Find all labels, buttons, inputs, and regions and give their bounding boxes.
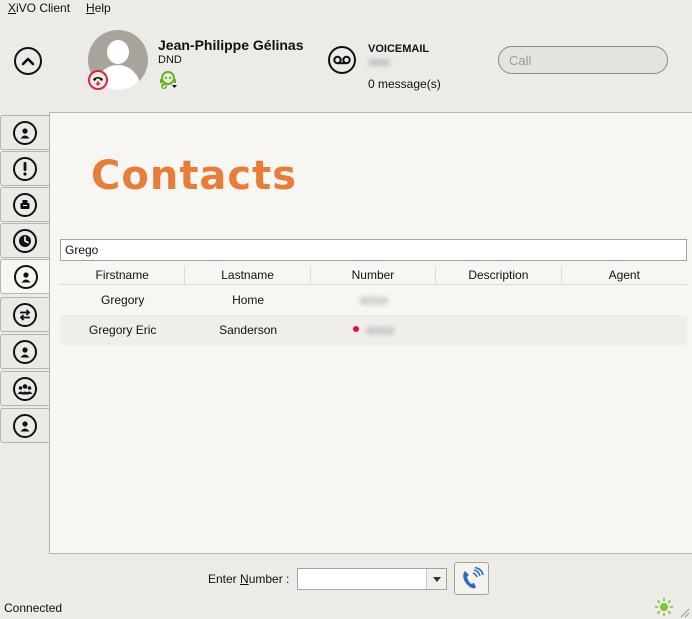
cell-number[interactable]: 42316 bbox=[311, 285, 436, 315]
column-header-description[interactable]: Description bbox=[436, 266, 562, 284]
contacts-panel: Contacts Firstname Lastname Number Descr… bbox=[49, 112, 692, 554]
menu-xivo-client-mnemonic: X bbox=[8, 1, 17, 15]
menu-xivo-client-label: iVO Client bbox=[16, 1, 71, 15]
column-header-firstname[interactable]: Firstname bbox=[60, 266, 186, 284]
fax-icon bbox=[13, 192, 37, 217]
table-row[interactable]: Gregory Home 42316 bbox=[60, 285, 687, 315]
chevron-up-icon bbox=[21, 57, 35, 66]
contacts-search-input[interactable] bbox=[60, 239, 687, 261]
call-input[interactable] bbox=[498, 46, 668, 74]
tab-groups[interactable] bbox=[0, 371, 49, 406]
cell-firstname: Gregory bbox=[101, 293, 145, 307]
phone-status-dot bbox=[353, 325, 360, 332]
user-name: Jean-Philippe Gélinas bbox=[158, 37, 304, 53]
user-status: DND bbox=[158, 54, 182, 66]
table-header: Firstname Lastname Number Description Ag… bbox=[60, 266, 687, 285]
cell-lastname: Sanderson bbox=[219, 323, 278, 337]
avatar-head-shape bbox=[107, 40, 129, 64]
connection-status: Connected bbox=[4, 601, 63, 615]
menu-help[interactable]: Help bbox=[78, 1, 119, 15]
chevron-down-icon bbox=[432, 576, 441, 582]
dial-label-suffix: umber : bbox=[248, 572, 290, 586]
cell-description bbox=[436, 285, 561, 315]
cell-description bbox=[436, 315, 561, 345]
tab-alerts[interactable] bbox=[0, 151, 49, 186]
dial-number-combobox[interactable] bbox=[297, 568, 447, 590]
menu-help-mnemonic: H bbox=[86, 1, 95, 15]
number-value: 42315 bbox=[366, 326, 394, 337]
tab-transfers[interactable] bbox=[0, 297, 49, 332]
connection-indicator-icon bbox=[654, 597, 674, 617]
sidebar-tabs bbox=[0, 113, 51, 554]
dial-label-prefix: Enter bbox=[208, 572, 241, 586]
menu-help-label: elp bbox=[94, 1, 111, 15]
tab-identity[interactable] bbox=[0, 115, 49, 150]
panel-title: Contacts bbox=[91, 153, 298, 199]
tab-agent[interactable] bbox=[0, 334, 49, 369]
dial-number-input[interactable] bbox=[298, 569, 426, 589]
column-header-agent[interactable]: Agent bbox=[562, 266, 687, 284]
cell-firstname: Gregory Eric bbox=[89, 323, 157, 337]
number-value: 42316 bbox=[359, 296, 388, 307]
voicemail-title: VOICEMAIL bbox=[368, 43, 430, 55]
voicemail-message-count: 0 message(s) bbox=[368, 77, 441, 91]
identity-header: Jean-Philippe Gélinas DND VOICEMAIL 4896… bbox=[0, 16, 692, 112]
contacts-table: Firstname Lastname Number Description Ag… bbox=[60, 266, 687, 345]
dial-label: Enter Number : bbox=[208, 572, 289, 586]
cell-agent bbox=[562, 315, 687, 345]
tab-fax[interactable] bbox=[0, 187, 49, 222]
menu-xivo-client[interactable]: XiVO Client bbox=[0, 1, 78, 15]
menu-bar: XiVO Client Help bbox=[0, 0, 692, 16]
phone-dial-icon bbox=[462, 566, 484, 588]
resize-grip[interactable] bbox=[678, 606, 690, 618]
voicemail-number: 4896 bbox=[368, 58, 391, 69]
dial-button[interactable] bbox=[454, 562, 489, 595]
tab-history[interactable] bbox=[0, 223, 49, 258]
dial-label-mnemonic: N bbox=[240, 572, 249, 586]
cell-agent bbox=[562, 285, 687, 315]
dial-dropdown-button[interactable] bbox=[426, 569, 446, 589]
person-icon bbox=[13, 120, 37, 145]
voicemail-icon[interactable] bbox=[328, 46, 356, 74]
exclamation-icon bbox=[13, 156, 37, 181]
cell-number[interactable]: 42315 bbox=[311, 315, 436, 345]
contact-icon bbox=[14, 264, 38, 289]
tab-contacts[interactable] bbox=[0, 259, 51, 294]
clock-icon bbox=[13, 228, 37, 253]
presence-badge[interactable] bbox=[88, 70, 108, 90]
person-icon bbox=[13, 339, 37, 364]
tab-queue-members[interactable] bbox=[0, 408, 49, 443]
table-row[interactable]: Gregory Eric Sanderson 42315 bbox=[60, 315, 687, 345]
agent-status-icon[interactable] bbox=[158, 70, 180, 90]
transfer-icon bbox=[13, 302, 37, 327]
cell-lastname: Home bbox=[232, 293, 265, 307]
column-header-lastname[interactable]: Lastname bbox=[185, 266, 311, 284]
column-header-number[interactable]: Number bbox=[311, 266, 437, 284]
person-icon bbox=[13, 413, 37, 438]
collapse-header-button[interactable] bbox=[14, 47, 42, 75]
phone-hangup-icon bbox=[93, 77, 103, 86]
group-icon bbox=[13, 376, 37, 401]
